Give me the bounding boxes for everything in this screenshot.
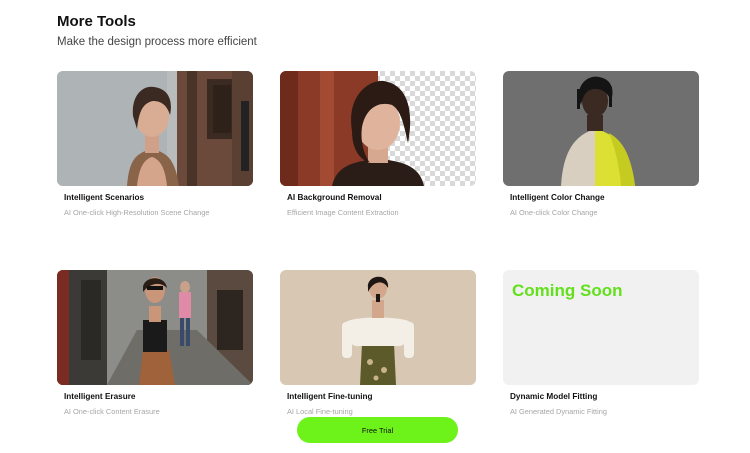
tool-description: Efficient Image Content Extraction xyxy=(287,208,399,217)
erasure-photo xyxy=(57,270,253,385)
tool-title: Intelligent Fine-tuning xyxy=(287,392,373,401)
coming-soon-label: Coming Soon xyxy=(512,281,623,300)
tool-description: AI One-click Color Change xyxy=(510,208,598,217)
tool-card-dynamic-model-fitting[interactable]: Coming Soon Dynamic Model Fitting AI Gen… xyxy=(503,270,699,416)
tool-card-ai-background-removal[interactable]: AI Background Removal Efficient Image Co… xyxy=(280,71,476,217)
tool-description: AI One-click High-Resolution Scene Chang… xyxy=(64,208,210,217)
fine-tuning-photo xyxy=(280,270,476,385)
tool-description: AI One-click Content Erasure xyxy=(64,407,160,416)
scenarios-photo xyxy=(57,71,253,186)
tool-title: Dynamic Model Fitting xyxy=(510,392,598,401)
coming-soon-placeholder: Coming Soon xyxy=(503,270,699,385)
tools-grid: Intelligent Scenarios AI One-click High-… xyxy=(57,71,699,416)
tool-title: Intelligent Scenarios xyxy=(64,193,145,202)
tool-card-intelligent-color-change[interactable]: Intelligent Color Change AI One-click Co… xyxy=(503,71,699,217)
tool-description: AI Generated Dynamic Fitting xyxy=(510,407,607,416)
tool-title: AI Background Removal xyxy=(287,193,382,202)
section-subtitle: Make the design process more efficient xyxy=(57,36,257,48)
tool-card-intelligent-fine-tuning[interactable]: Intelligent Fine-tuning AI Local Fine-tu… xyxy=(280,270,476,416)
tool-description: AI Local Fine-tuning xyxy=(287,407,353,416)
tool-card-intelligent-scenarios[interactable]: Intelligent Scenarios AI One-click High-… xyxy=(57,71,253,217)
background-removal-photo xyxy=(280,71,476,186)
tool-title: Intelligent Erasure xyxy=(64,392,136,401)
color-change-photo xyxy=(503,71,699,186)
tool-card-intelligent-erasure[interactable]: Intelligent Erasure AI One-click Content… xyxy=(57,270,253,416)
tool-title: Intelligent Color Change xyxy=(510,193,605,202)
free-trial-button[interactable]: Free Trial xyxy=(297,417,458,443)
section-title: More Tools xyxy=(57,13,136,30)
